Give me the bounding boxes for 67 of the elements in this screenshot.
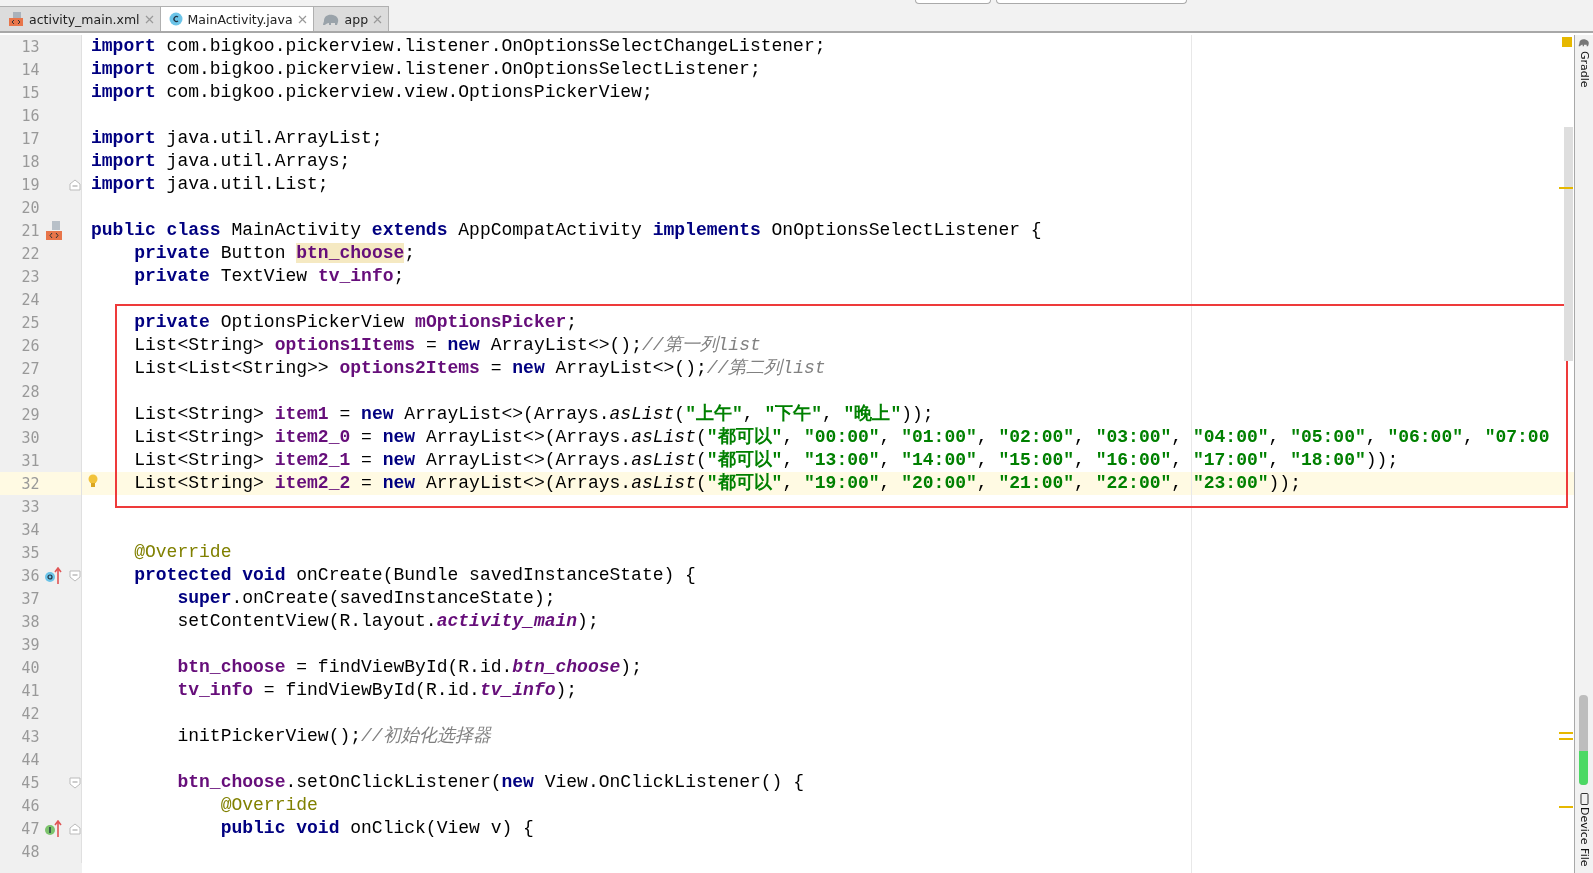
code-line: private Button btn_choose; [134, 242, 416, 265]
code-line: import com.bigkoo.pickerview.listener.OnOptionsSelectChangeListener; [91, 35, 826, 58]
file-tab[interactable]: app [313, 6, 390, 31]
code-line: btn_choose = findViewById(R.id.btn_choose); [177, 656, 642, 679]
line-number: 19 [20, 175, 40, 194]
line-number: 47 [20, 819, 40, 838]
line-number: 16 [20, 106, 40, 125]
code-line: import java.util.Arrays; [91, 150, 351, 173]
line-number: 18 [20, 152, 40, 171]
code-line: super.onCreate(savedInstanceState); [177, 587, 556, 610]
code-line: List<String> item2_0 = new ArrayList<>(Arrays.asList("都可以", "00:00", "01:00", "02:00", "03:00", "04:00", "05:00", "06:00", "07:00 [134, 426, 1550, 449]
code-line: btn_choose.setOnClickListener(new View.OnClickListener() { [177, 771, 804, 794]
line-number: 20 [20, 198, 40, 217]
line-number: 22 [20, 244, 40, 263]
line-number: 35 [20, 543, 40, 562]
code-line: setContentView(R.layout.activity_main); [177, 610, 599, 633]
code-line: List<String> item2_2 = new ArrayList<>(Arrays.asList("都可以", "19:00", "20:00", "21:00", "22:00", "23:00")); [134, 472, 1301, 495]
file-tab[interactable]: activity_main.xml [0, 6, 161, 31]
code-line: @Override [134, 541, 232, 564]
line-number: 33 [20, 497, 40, 516]
code-line: import java.util.List; [91, 173, 329, 196]
line-number: 28 [20, 382, 40, 401]
line-number: 29 [20, 405, 40, 424]
line-number: 44 [20, 750, 40, 769]
line-number: 14 [20, 60, 40, 79]
line-number: 37 [20, 589, 40, 608]
code-line: List<String> item1 = new ArrayList<>(Arrays.asList("上午", "下午", "晚上")); [134, 403, 934, 426]
code-line: import com.bigkoo.pickerview.listener.OnOptionsSelectListener; [91, 58, 761, 81]
line-number: 24 [20, 290, 40, 309]
line-number: 34 [20, 520, 40, 539]
line-number: 13 [20, 37, 40, 56]
code-line: private TextView tv_info; [134, 265, 405, 288]
line-number: 30 [20, 428, 40, 447]
code-line: public class MainActivity extends AppCompatActivity implements OnOptionsSelectListener { [91, 219, 1042, 242]
line-number: 46 [20, 796, 40, 815]
line-number: 17 [20, 129, 40, 148]
code-line: List<String> options1Items = new ArrayList<>();//第一列list [134, 334, 761, 357]
file-tab[interactable]: MainActivity.java [160, 6, 314, 31]
line-number: 26 [20, 336, 40, 355]
code-line: import com.bigkoo.pickerview.view.OptionsPickerView; [91, 81, 653, 104]
code-line: @Override [220, 794, 318, 817]
line-number: 31 [20, 451, 40, 470]
line-number: 21 [20, 221, 40, 240]
code-line: tv_info = findViewById(R.id.tv_info); [177, 679, 578, 702]
code-line: List<String> item2_1 = new ArrayList<>(Arrays.asList("都可以", "13:00", "14:00", "15:00", "16:00", "17:00", "18:00")); [134, 449, 1399, 472]
line-number: 32 [20, 474, 40, 493]
gradle-tool-tab[interactable]: Gradle [1577, 51, 1591, 88]
line-number: 45 [20, 773, 40, 792]
line-number: 40 [20, 658, 40, 677]
line-number: 36 [20, 566, 40, 585]
line-number: 23 [20, 267, 40, 286]
line-number: 41 [20, 681, 40, 700]
device-file-tool-tab[interactable]: Device File [1577, 807, 1591, 867]
line-number: 48 [20, 842, 40, 861]
line-number: 38 [20, 612, 40, 631]
line-number: 25 [20, 313, 40, 332]
code-line: List<List<String>> options2Items = new ArrayList<>();//第二列list [134, 357, 826, 380]
code-line: initPickerView();//初始化选择器 [177, 725, 491, 748]
code-line: protected void onCreate(Bundle savedInstanceState) { [134, 564, 696, 587]
line-number: 39 [20, 635, 40, 654]
line-number: 27 [20, 359, 40, 378]
line-number: 42 [20, 704, 40, 723]
code-line: private OptionsPickerView mOptionsPicker; [134, 311, 578, 334]
line-number: 43 [20, 727, 40, 746]
code-line: public void onClick(View v) { [220, 817, 534, 840]
line-number: 15 [20, 83, 40, 102]
code-line: import java.util.ArrayList; [91, 127, 383, 150]
